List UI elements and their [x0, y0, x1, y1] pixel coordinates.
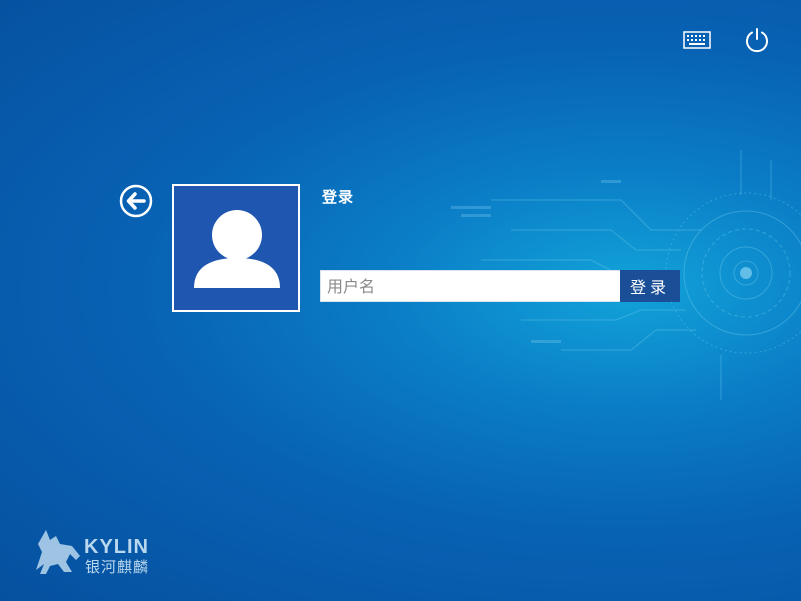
user-silhouette-icon: [194, 210, 280, 288]
keyboard-button[interactable]: [681, 24, 713, 56]
keyboard-icon: [683, 31, 711, 49]
login-title: 登录: [322, 188, 355, 206]
power-icon: [746, 28, 768, 53]
kylin-logo: KYLIN 银河麒麟: [32, 522, 172, 576]
kylin-mascot-icon: [36, 530, 80, 574]
back-button[interactable]: [119, 184, 153, 218]
username-input[interactable]: [320, 270, 620, 302]
arrow-left-circle-icon: [119, 184, 153, 218]
login-form: 登录: [320, 270, 680, 302]
brand-name-cn: 银河麒麟: [85, 558, 150, 576]
power-button[interactable]: [741, 24, 773, 56]
user-avatar: [172, 184, 300, 312]
login-button[interactable]: 登录: [620, 270, 680, 302]
